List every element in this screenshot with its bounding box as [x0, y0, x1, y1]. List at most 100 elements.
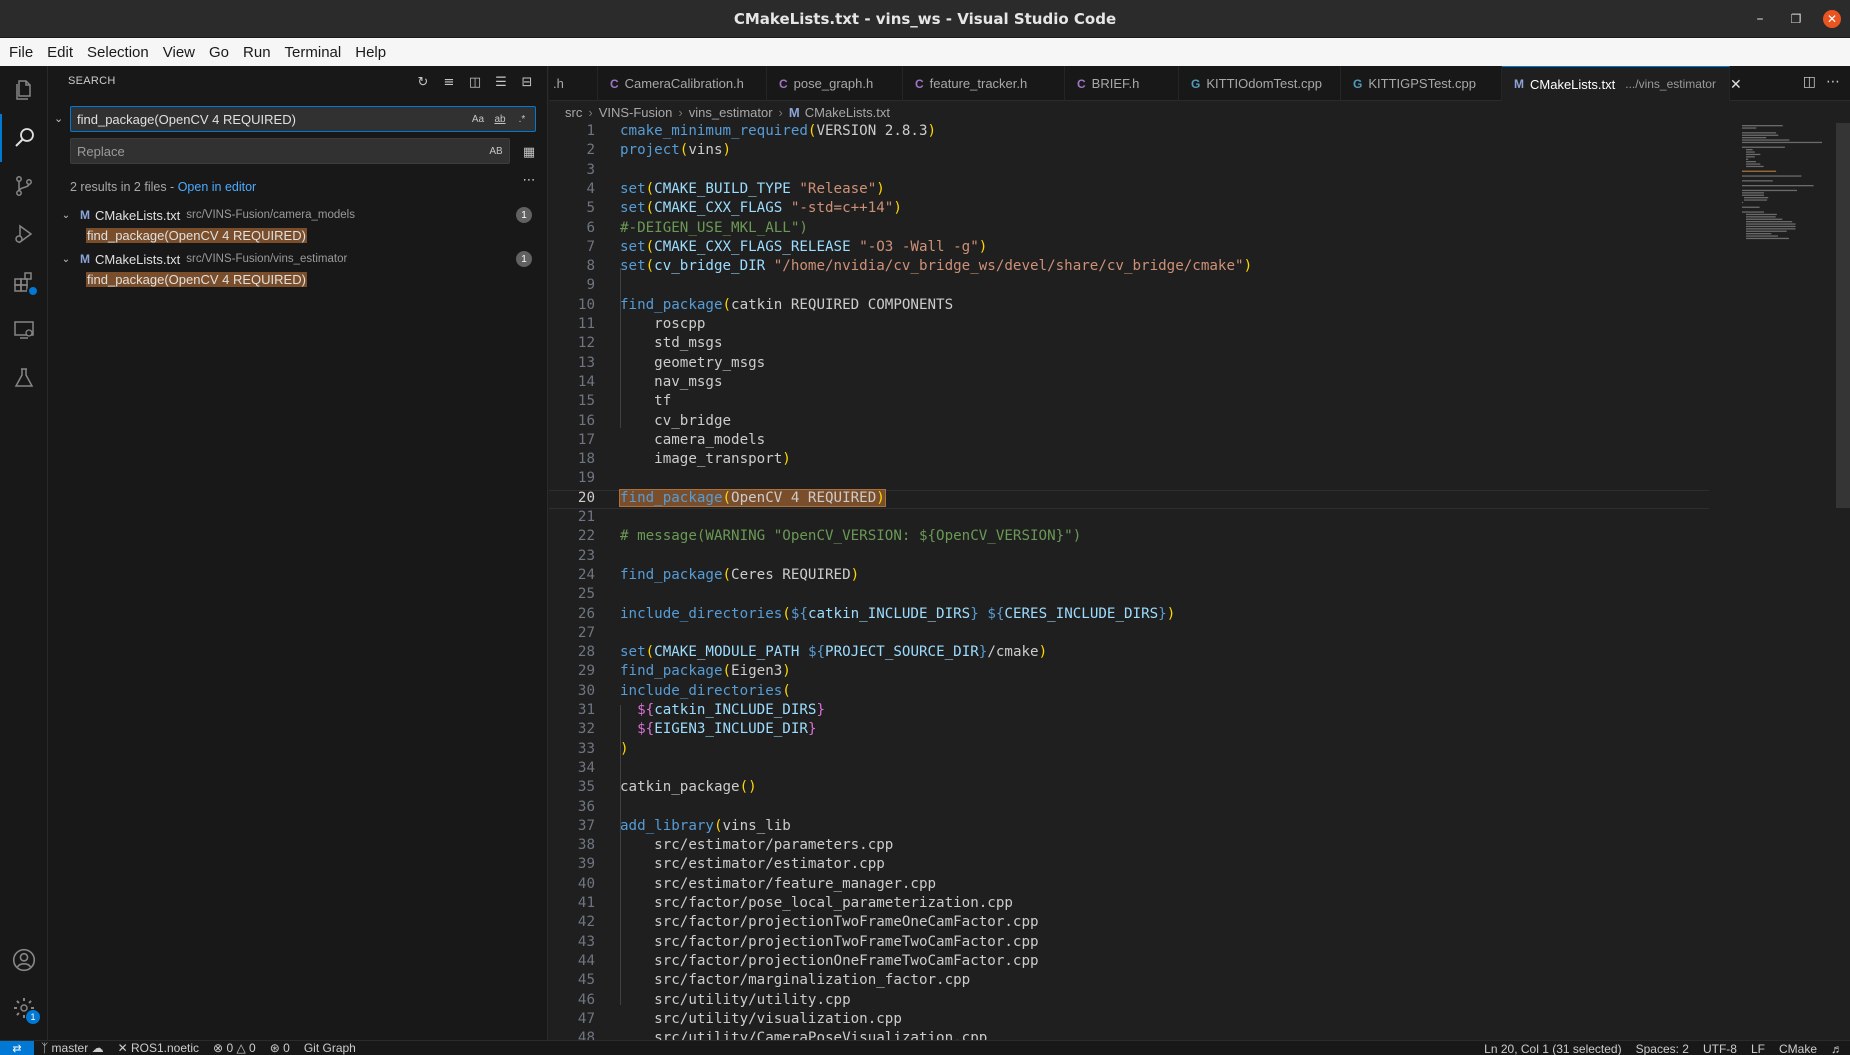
code-line[interactable]: 38 src/estimator/parameters.cpp — [549, 837, 1709, 856]
code-line[interactable]: 28 set(CMAKE_MODULE_PATH ${PROJECT_SOURCE… — [549, 644, 1709, 663]
code-line[interactable]: 32 ${EIGEN3_INCLUDE_DIR} — [549, 721, 1709, 740]
split-editor-icon[interactable]: ◫ — [1803, 74, 1816, 90]
menu-terminal[interactable]: Terminal — [278, 44, 349, 61]
tab-kittiodomtest[interactable]: G KITTIOdomTest.cpp — [1179, 66, 1341, 101]
code-line[interactable]: 2 project(vins) — [549, 142, 1709, 161]
accounts-button[interactable] — [0, 936, 48, 984]
breadcrumb-item[interactable]: CMakeLists.txt — [805, 105, 890, 120]
minimap[interactable] — [1738, 123, 1838, 263]
code-line[interactable]: 29 find_package(Eigen3) — [549, 663, 1709, 682]
remote-indicator[interactable]: ⇄ — [0, 1040, 34, 1055]
preserve-case-toggle[interactable]: AB — [487, 142, 505, 160]
code-line[interactable]: 8 set(cv_bridge_DIR "/home/nvidia/cv_brid… — [549, 258, 1709, 277]
result-file[interactable]: ⌄ M CMakeLists.txt src/VINS-Fusion/camer… — [58, 204, 538, 226]
replace-input[interactable] — [77, 141, 457, 161]
manage-button[interactable]: 1 — [0, 984, 48, 1032]
code-line[interactable]: 15 tf — [549, 393, 1709, 412]
code-line[interactable]: 40 src/estimator/feature_manager.cpp — [549, 876, 1709, 895]
menu-view[interactable]: View — [156, 44, 202, 61]
remote-explorer-button[interactable] — [0, 306, 48, 354]
code-line[interactable]: 42 src/factor/projectionTwoFrameOneCamFa… — [549, 914, 1709, 933]
eol[interactable]: LF — [1744, 1042, 1772, 1055]
restore-button[interactable]: ❐ — [1778, 0, 1814, 38]
code-line[interactable]: 36 — [549, 799, 1709, 818]
ros-status[interactable]: ✕ ROS1.noetic — [111, 1041, 206, 1055]
source-control-button[interactable] — [0, 162, 48, 210]
code-line[interactable]: 39 src/estimator/estimator.cpp — [549, 856, 1709, 875]
replace-all-icon[interactable]: ▦ — [519, 142, 539, 162]
close-tab-icon[interactable]: ✕ — [1730, 76, 1742, 93]
branch-status[interactable]: ᛉ master ☁ — [34, 1041, 111, 1055]
code-line[interactable]: 44 src/factor/projectionOneFrameTwoCamFa… — [549, 953, 1709, 972]
tab-kittigpstest[interactable]: G KITTIGPSTest.cpp — [1341, 66, 1502, 101]
run-debug-button[interactable] — [0, 210, 48, 258]
code-line[interactable]: 9 — [549, 277, 1709, 296]
code-line[interactable]: 14 nav_msgs — [549, 374, 1709, 393]
code-line[interactable]: 11 roscpp — [549, 316, 1709, 335]
code-line[interactable]: 33) — [549, 741, 1709, 760]
code-line[interactable]: 13 geometry_msgs — [549, 355, 1709, 374]
code-line[interactable]: 5 set(CMAKE_CXX_FLAGS "-std=c++14") — [549, 200, 1709, 219]
problems-status[interactable]: ⊗ 0 △ 0 — [206, 1041, 263, 1055]
tab-pose-graph[interactable]: Cpose_graph.h — [767, 66, 903, 101]
menu-selection[interactable]: Selection — [80, 44, 156, 61]
code-line[interactable]: 37 add_library(vins_lib — [549, 818, 1709, 837]
menu-go[interactable]: Go — [202, 44, 236, 61]
search-view-button[interactable] — [0, 114, 48, 162]
code-line[interactable]: 12 std_msgs — [549, 335, 1709, 354]
view-as-tree-icon[interactable]: ☰ — [491, 72, 511, 92]
new-search-editor-icon[interactable]: ◫ — [465, 72, 485, 92]
tab-cmakelists[interactable]: M CMakeLists.txt .../vins_estimator ✕ — [1502, 66, 1742, 101]
more-actions-icon[interactable]: ⋯ — [519, 170, 539, 190]
code-line[interactable]: 21 — [549, 509, 1709, 528]
collapse-all-icon[interactable]: ⊟ — [517, 72, 537, 92]
code-line[interactable]: 25 — [549, 586, 1709, 605]
notifications-bell-icon[interactable]: ♬ — [1824, 1042, 1850, 1055]
code-line[interactable]: 30 include_directories( — [549, 683, 1709, 702]
code-line[interactable]: 20 find_package(OpenCV 4 REQUIRED) — [549, 488, 1709, 509]
match-case-toggle[interactable]: Aa — [469, 110, 487, 128]
close-window-button[interactable]: ✕ — [1814, 0, 1850, 38]
code-line[interactable]: 3 — [549, 162, 1709, 181]
code-line[interactable]: 31 ${catkin_INCLUDE_DIRS} — [549, 702, 1709, 721]
code-line[interactable]: 34 — [549, 760, 1709, 779]
minimize-button[interactable]: – — [1742, 0, 1778, 38]
code-line[interactable]: 18 image_transport) — [549, 451, 1709, 470]
search-input[interactable] — [77, 109, 467, 129]
code-line[interactable]: 6 #-DEIGEN_USE_MKL_ALL") — [549, 220, 1709, 239]
code-line[interactable]: 10 find_package(catkin REQUIRED COMPONENT… — [549, 297, 1709, 316]
result-file[interactable]: ⌄ M CMakeLists.txt src/VINS-Fusion/vins_… — [58, 248, 538, 270]
ports-status[interactable]: ⊛ 0 — [263, 1041, 297, 1055]
breadcrumb-item[interactable]: vins_estimator — [689, 105, 773, 120]
code-line[interactable]: 35 catkin_package() — [549, 779, 1709, 798]
tab-brief[interactable]: C BRIEF.h — [1065, 66, 1179, 101]
code-line[interactable]: 7 set(CMAKE_CXX_FLAGS_RELEASE "-O3 -Wall … — [549, 239, 1709, 258]
extensions-button[interactable] — [0, 258, 48, 306]
code-line[interactable]: 1 cmake_minimum_required(VERSION 2.8.3) — [549, 123, 1709, 142]
code-line[interactable]: 16 cv_bridge — [549, 413, 1709, 432]
toggle-replace-chevron-icon[interactable]: ⌄ — [54, 112, 63, 125]
tab-feature-tracker[interactable]: Cfeature_tracker.h — [903, 66, 1065, 101]
refresh-icon[interactable]: ↻ — [413, 72, 433, 92]
explorer-button[interactable] — [0, 66, 48, 114]
tab-h[interactable]: .h — [549, 66, 598, 101]
result-match[interactable]: find_package(OpenCV 4 REQUIRED) — [86, 270, 307, 290]
result-match[interactable]: find_package(OpenCV 4 REQUIRED) — [86, 226, 307, 246]
code-line[interactable]: 4 set(CMAKE_BUILD_TYPE "Release") — [549, 181, 1709, 200]
code-line[interactable]: 45 src/factor/marginalization_factor.cpp — [549, 972, 1709, 991]
editor-scrollbar[interactable] — [1836, 123, 1850, 1040]
more-actions-icon[interactable]: ⋯ — [1826, 74, 1840, 90]
code-line[interactable]: 23 — [549, 548, 1709, 567]
clear-results-icon[interactable]: ≡ — [439, 72, 459, 92]
menu-file[interactable]: File — [2, 44, 40, 61]
code-editor[interactable]: 1 cmake_minimum_required(VERSION 2.8.3) 2 p… — [549, 123, 1850, 1040]
breadcrumb-item[interactable]: src — [565, 105, 582, 120]
code-line[interactable]: 24 find_package(Ceres REQUIRED) — [549, 567, 1709, 586]
language-mode[interactable]: CMake — [1772, 1042, 1824, 1055]
tab-cameracalibration[interactable]: C CameraCalibration.h — [598, 66, 767, 101]
menu-edit[interactable]: Edit — [40, 44, 80, 61]
menu-run[interactable]: Run — [236, 44, 278, 61]
breadcrumb-item[interactable]: VINS-Fusion — [599, 105, 673, 120]
code-line[interactable]: 27 — [549, 625, 1709, 644]
code-line[interactable]: 26 include_directories(${catkin_INCLUDE_D… — [549, 606, 1709, 625]
